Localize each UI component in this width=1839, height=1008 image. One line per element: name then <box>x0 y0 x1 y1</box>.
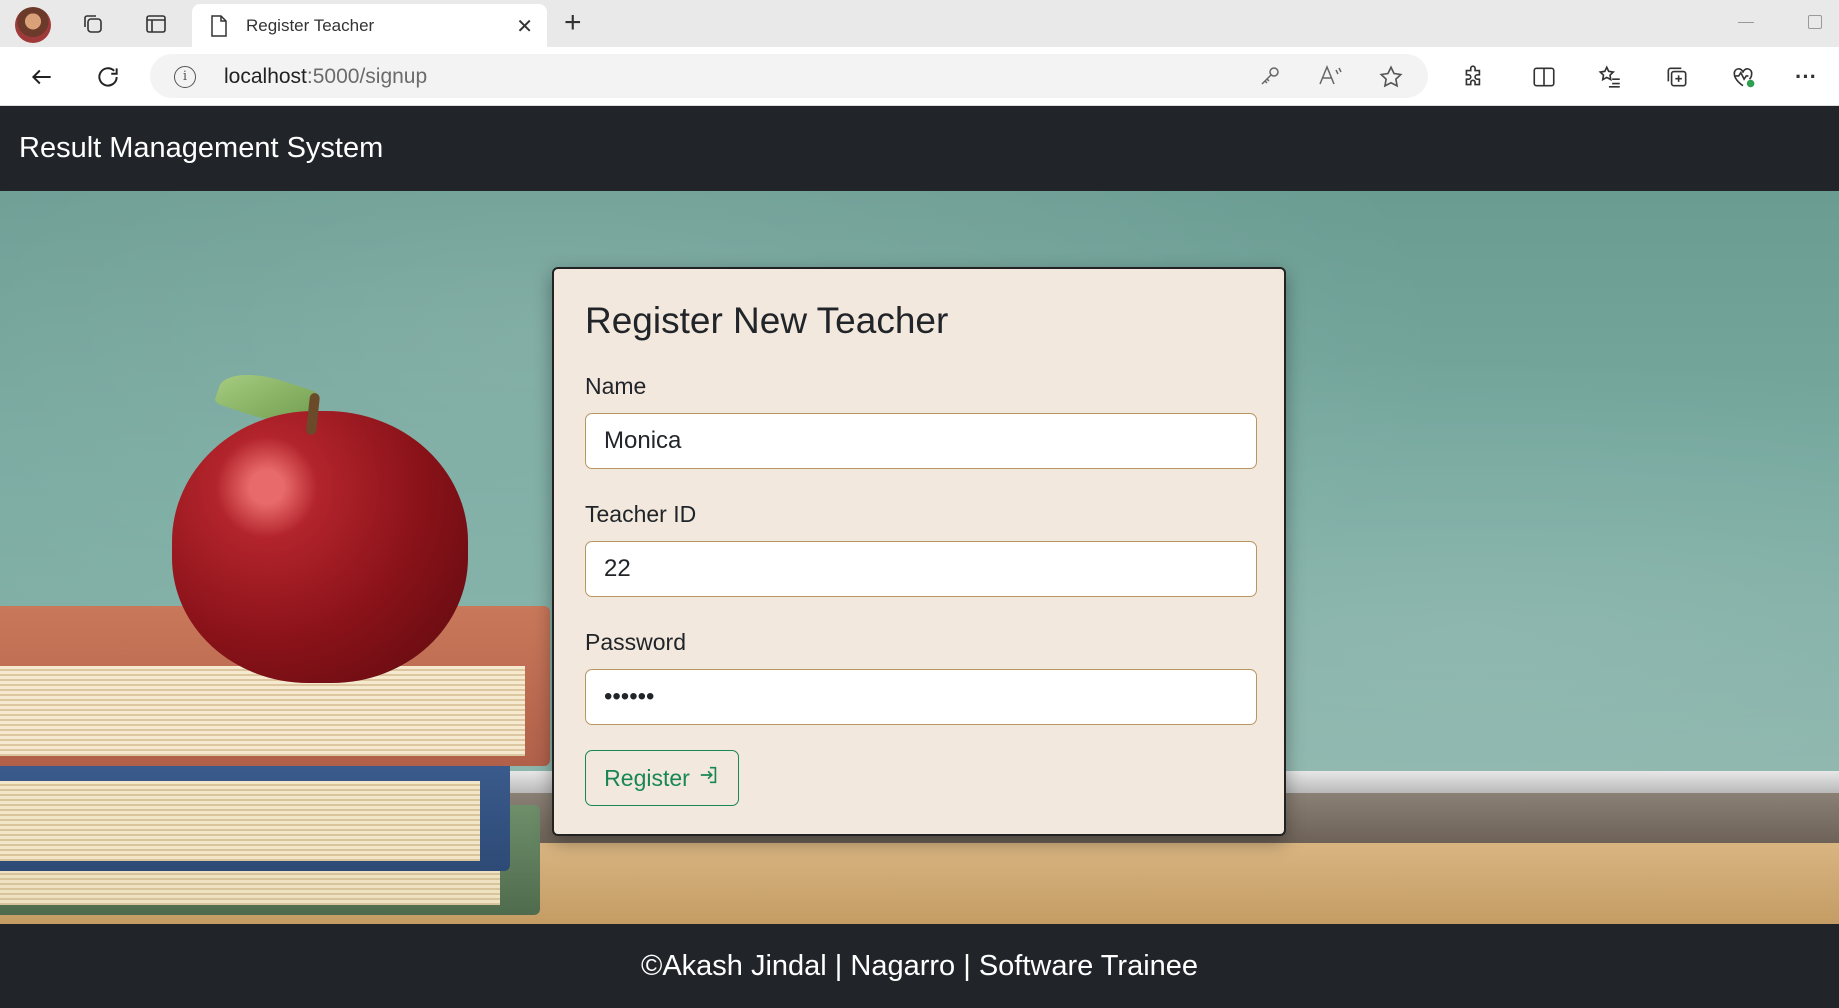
teacher-id-input[interactable] <box>585 541 1257 597</box>
url-path: :5000/signup <box>306 65 428 88</box>
address-bar[interactable]: i localhost:5000/signup <box>150 54 1428 98</box>
favorites-icon[interactable] <box>1594 61 1626 93</box>
register-button[interactable]: Register <box>585 750 739 806</box>
tab-actions-icon[interactable] <box>142 10 170 38</box>
key-icon[interactable] <box>1258 64 1282 93</box>
profile-avatar[interactable] <box>15 7 51 43</box>
refresh-icon[interactable] <box>92 61 124 93</box>
browser-tab-strip: Register Teacher ✕ + <box>0 0 1839 47</box>
register-card: Register New Teacher Name Teacher ID Pas… <box>552 267 1286 836</box>
navbar-brand[interactable]: Result Management System <box>19 132 383 165</box>
name-label: Name <box>585 373 647 399</box>
extensions-icon[interactable] <box>1458 61 1490 93</box>
form-title: Register New Teacher <box>585 300 949 341</box>
login-arrow-icon <box>698 764 720 792</box>
browser-essentials-icon[interactable] <box>1727 61 1759 93</box>
active-tab[interactable]: Register Teacher ✕ <box>192 4 547 47</box>
apple-image <box>172 411 468 683</box>
footer-text: ©Akash Jindal | Nagarro | Software Train… <box>640 949 1199 982</box>
password-label: Password <box>585 629 686 655</box>
footer: ©Akash Jindal | Nagarro | Software Train… <box>0 924 1839 1008</box>
password-input[interactable] <box>585 669 1257 725</box>
workspaces-icon[interactable] <box>79 10 107 38</box>
name-input[interactable] <box>585 413 1257 469</box>
collections-icon[interactable] <box>1661 61 1693 93</box>
more-icon[interactable]: ··· <box>1790 61 1822 93</box>
blue-book <box>0 751 510 871</box>
favorite-star-icon[interactable] <box>1378 64 1404 95</box>
split-screen-icon[interactable] <box>1528 61 1560 93</box>
close-icon[interactable]: ✕ <box>516 14 533 39</box>
minimize-icon[interactable] <box>1738 22 1754 23</box>
url-text[interactable]: localhost:5000/signup <box>224 65 427 89</box>
read-aloud-icon[interactable] <box>1318 64 1344 93</box>
url-host: localhost <box>224 65 307 88</box>
page-icon <box>210 15 228 42</box>
new-tab-icon[interactable]: + <box>564 6 582 40</box>
tab-title: Register Teacher <box>246 16 375 35</box>
app-navbar: Result Management System <box>0 106 1839 191</box>
maximize-icon[interactable] <box>1808 15 1822 29</box>
browser-toolbar: i localhost:5000/signup ··· <box>0 47 1839 106</box>
back-icon[interactable] <box>26 61 58 93</box>
site-info-icon[interactable]: i <box>174 66 196 88</box>
register-button-label: Register <box>604 764 690 791</box>
teacher-id-label: Teacher ID <box>585 501 697 527</box>
